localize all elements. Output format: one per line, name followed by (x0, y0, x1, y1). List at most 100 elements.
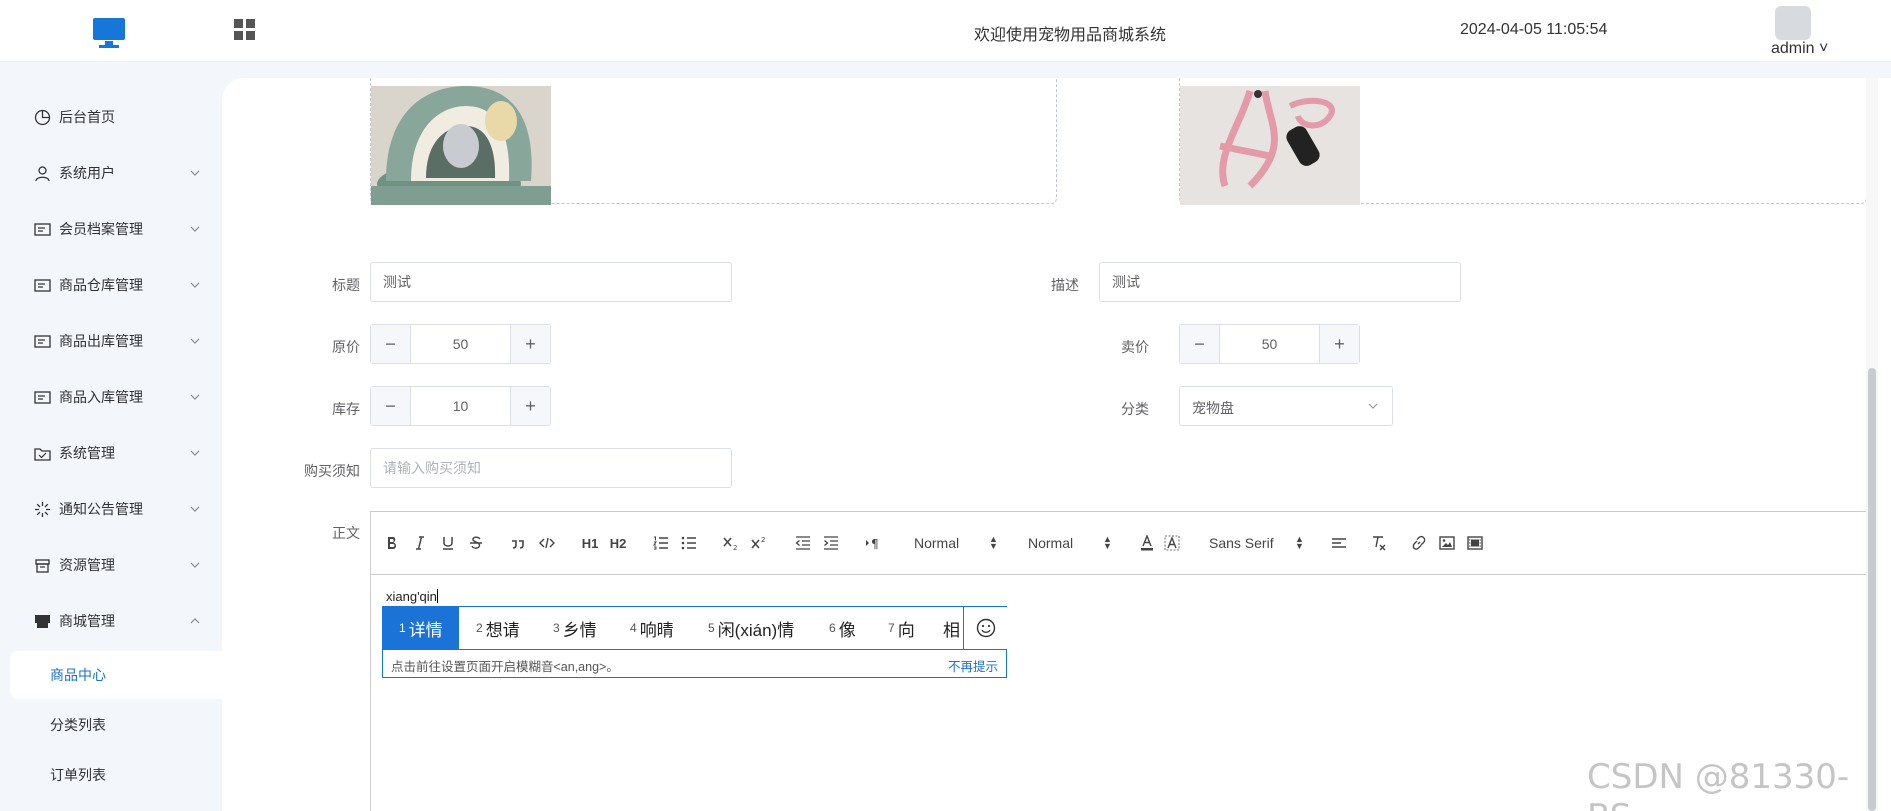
product-image-bed[interactable] (371, 86, 551, 205)
category-label: 分类 (1121, 401, 1149, 417)
sidebar-subitem-order-list[interactable]: 订单列表 (10, 751, 222, 799)
decrement-button[interactable]: − (1180, 325, 1220, 363)
ordered-list-button[interactable] (653, 534, 669, 552)
scrollbar-thumb[interactable] (1868, 368, 1876, 811)
video-icon (1467, 536, 1483, 550)
increment-button[interactable]: + (510, 387, 550, 425)
purchase-notice-input[interactable]: 请输入购买须知 (370, 448, 732, 488)
blockquote-button[interactable] (511, 534, 525, 552)
chevron-down-icon (190, 170, 200, 176)
background-color-button[interactable] (1164, 534, 1180, 552)
sidebar-subitem-category-list[interactable]: 分类列表 (10, 701, 222, 749)
strikethrough-button[interactable] (469, 534, 483, 552)
sidebar-item-outbound[interactable]: 商品出库管理 (0, 321, 222, 361)
sidebar-item-resources[interactable]: 资源管理 (0, 545, 222, 585)
ime-candidate[interactable]: 相 (943, 607, 963, 649)
increment-button[interactable]: + (510, 325, 550, 363)
original-price-stepper[interactable]: − 50 + (370, 324, 551, 364)
ime-dismiss-link[interactable]: 不再提示 (948, 656, 998, 675)
chevron-down-icon (190, 282, 200, 288)
chevron-down-icon (190, 338, 200, 344)
subscript-button[interactable]: 2 (723, 534, 739, 552)
header2-label: H2 (609, 535, 627, 551)
ime-candidate[interactable]: 7向 (888, 607, 915, 649)
bold-button[interactable] (385, 534, 399, 552)
indent-button[interactable] (823, 534, 839, 552)
italic-button[interactable] (413, 534, 427, 552)
product-image-leash[interactable] (1180, 86, 1360, 205)
underline-button[interactable] (441, 534, 455, 552)
description-input[interactable]: 测试 (1099, 262, 1461, 302)
decrement-button[interactable]: − (371, 387, 411, 425)
sidebar-item-member-archive[interactable]: 会员档案管理 (0, 209, 222, 249)
image-upload-area[interactable] (1179, 78, 1867, 205)
monitor-logo-icon[interactable] (92, 15, 126, 49)
picker-arrow-icon: ▲ ▼ (989, 534, 998, 551)
stock-value[interactable]: 10 (411, 387, 510, 425)
bullet-list-button[interactable] (681, 534, 697, 552)
candidate-text: 闲(xián)情 (717, 620, 795, 640)
superscript-button[interactable]: 2 (751, 534, 767, 552)
header2-button[interactable]: H2 (609, 534, 627, 552)
ime-candidate[interactable]: 2 想请 (476, 607, 520, 649)
code-block-button[interactable] (539, 534, 555, 552)
avatar[interactable] (1775, 6, 1811, 40)
link-button[interactable] (1411, 534, 1427, 552)
ime-candidate[interactable]: 3 乡情 (553, 607, 597, 649)
increment-button[interactable]: + (1319, 325, 1359, 363)
svg-text:2: 2 (761, 536, 765, 544)
sidebar-item-system-users[interactable]: 系统用户 (0, 153, 222, 193)
image-button[interactable] (1439, 534, 1455, 552)
ime-emoji-button[interactable] (963, 607, 1007, 649)
font-family-picker[interactable]: Sans Serif ▲ ▼ (1209, 535, 1304, 552)
box-icon (35, 558, 50, 573)
ime-candidate[interactable]: 6像 (829, 607, 856, 649)
sidebar-item-inbound[interactable]: 商品入库管理 (0, 377, 222, 417)
sidebar-item-notice[interactable]: 通知公告管理 (0, 489, 222, 529)
sidebar-item-shop[interactable]: 商城管理 (0, 601, 222, 641)
font-size-picker[interactable]: Normal ▲ ▼ (914, 534, 999, 552)
watermark: CSDN @81330-BS (1587, 757, 1850, 811)
ime-candidate[interactable]: 4 响晴 (630, 607, 674, 649)
title-input[interactable]: 测试 (370, 262, 732, 302)
italic-icon (416, 536, 424, 550)
original-price-value[interactable]: 50 (411, 325, 510, 363)
user-dropdown[interactable]: admin ˅ (1771, 40, 1828, 58)
grid-menu-icon[interactable] (234, 19, 256, 41)
code-icon (539, 537, 555, 549)
category-select[interactable]: 宠物盘 (1179, 386, 1393, 426)
description-label: 描述 (1051, 277, 1079, 293)
sidebar-item-system-manage[interactable]: 系统管理 (0, 433, 222, 473)
ime-candidate-popup: 1 详情 2 想请 3 乡情 4 响晴 5 闲(xián)情 6像 7向 相 点击前往设置… (382, 606, 1007, 678)
bullet-list-icon (681, 536, 696, 550)
shop-icon (35, 614, 50, 628)
heading-picker[interactable]: Normal ▲ ▼ (1028, 535, 1113, 552)
text-color-button[interactable] (1139, 534, 1155, 552)
sidebar-item-dashboard[interactable]: 后台首页 (0, 97, 222, 137)
outdent-button[interactable] (795, 534, 811, 552)
stock-stepper[interactable]: − 10 + (370, 386, 551, 426)
pie-chart-icon (34, 109, 51, 125)
header1-button[interactable]: H1 (581, 534, 599, 552)
loading-icon (35, 501, 50, 517)
clear-format-button[interactable] (1371, 534, 1387, 552)
ime-candidate[interactable]: 1 详情 (383, 607, 459, 649)
editor-content[interactable]: xiang'qin (386, 589, 438, 604)
ime-candidate[interactable]: 5 闲(xián)情 (708, 607, 794, 649)
ime-tip-text[interactable]: 点击前往设置页面开启模糊音<an,ang>。 (391, 656, 619, 675)
decrement-button[interactable]: − (371, 325, 411, 363)
align-button[interactable] (1331, 534, 1347, 552)
sidebar-subitem-product-center[interactable]: 商品中心 (10, 651, 222, 699)
sale-price-stepper[interactable]: − 50 + (1179, 324, 1360, 364)
sidebar-item-warehouse[interactable]: 商品仓库管理 (0, 265, 222, 305)
candidate-number: 5 (708, 621, 715, 635)
heading-value: Normal (1028, 535, 1074, 551)
image-upload-area[interactable] (370, 78, 1057, 205)
text-direction-button[interactable]: ¶ (865, 534, 883, 552)
sale-price-value[interactable]: 50 (1220, 325, 1319, 363)
video-button[interactable] (1467, 534, 1483, 552)
user-icon (35, 165, 50, 181)
background-color-icon (1164, 535, 1180, 551)
chevron-down-icon (190, 450, 200, 456)
main-content: 标题 测试 描述 测试 原价 − 50 + 卖价 − 50 + 库存 − 10 … (222, 78, 1891, 811)
